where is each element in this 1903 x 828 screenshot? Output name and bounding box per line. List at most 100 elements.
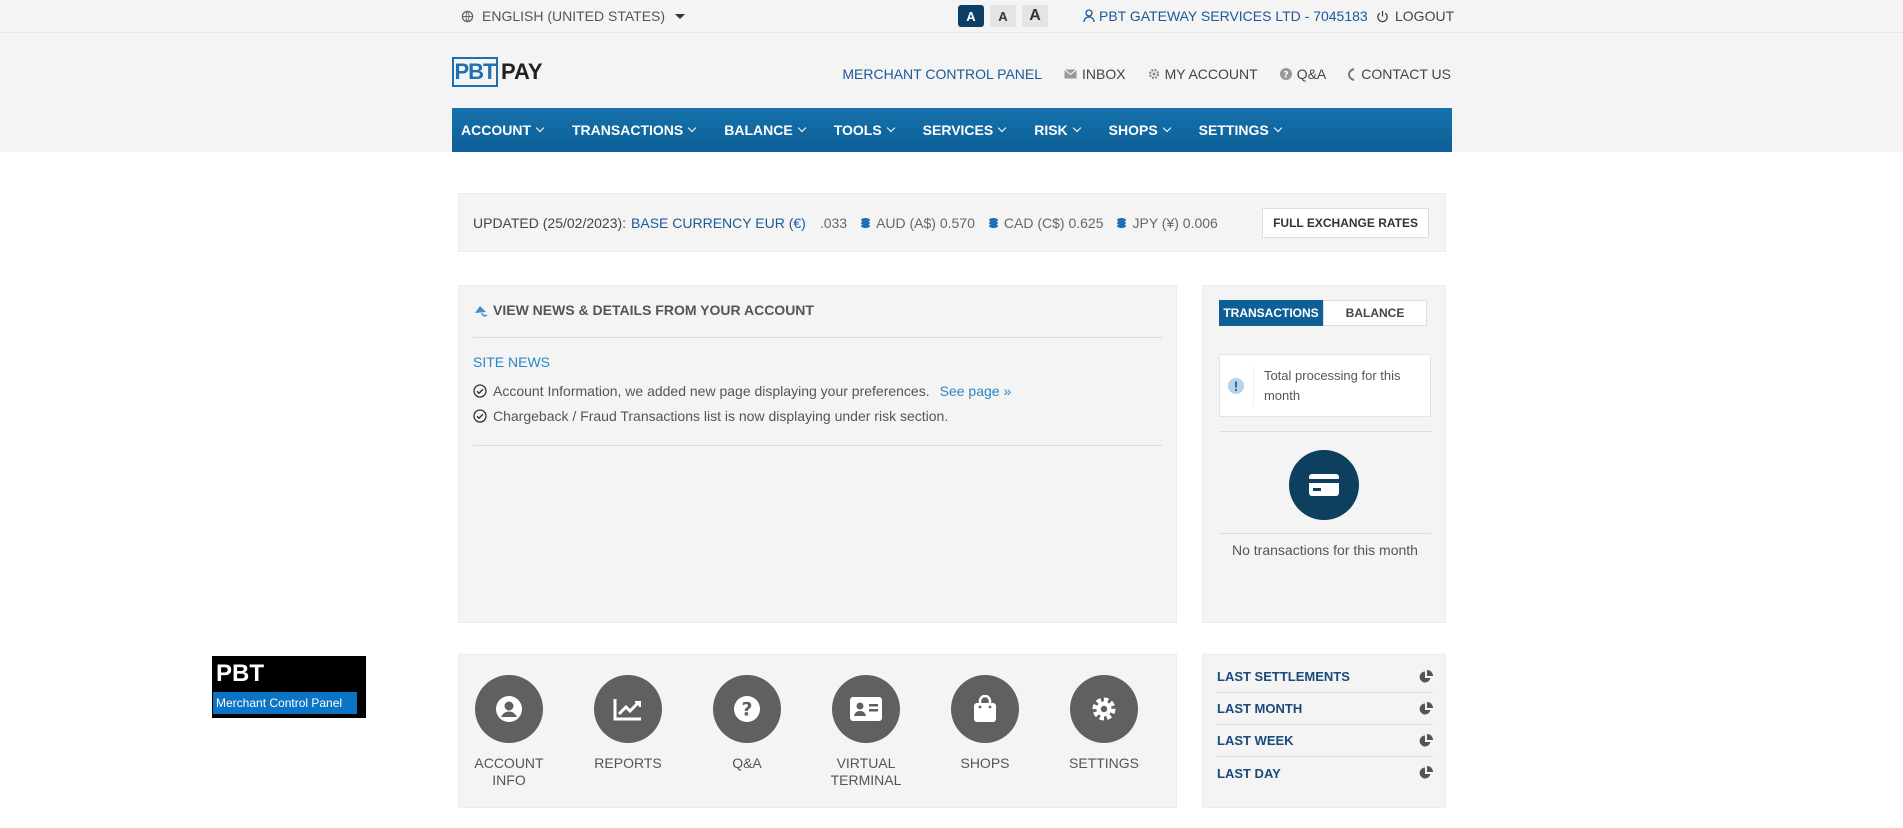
rate-aud: AUD (A$) 0.570 <box>860 215 975 231</box>
last-day-link[interactable]: LAST DAY <box>1217 757 1433 789</box>
my-account-link[interactable]: MY ACCOUNT <box>1148 66 1258 82</box>
quick-link-label: Q&A <box>732 755 762 771</box>
my-account-label: MY ACCOUNT <box>1164 66 1258 82</box>
reports-icon-wrap <box>594 675 662 743</box>
svg-text:?: ? <box>1283 71 1288 81</box>
rate-partial: .033 <box>819 214 848 231</box>
virtual-terminal-icon-wrap <box>832 675 900 743</box>
font-size-small-button[interactable]: A <box>958 5 984 27</box>
news-panel: VIEW NEWS & DETAILS FROM YOUR ACCOUNT SI… <box>458 285 1177 623</box>
top-bar: ENGLISH (UNITED STATES) A A A PBT GATEWA… <box>0 0 1903 33</box>
main-nav: ACCOUNT TRANSACTIONS BALANCE TOOLS SERVI… <box>452 108 1452 152</box>
coins-icon <box>988 217 998 228</box>
chevron-down-icon <box>675 13 686 19</box>
info-icon <box>1228 377 1245 394</box>
font-size-large-button[interactable]: A <box>1022 5 1048 27</box>
logout-button[interactable]: LOGOUT <box>1376 8 1454 24</box>
merchant-control-panel-label: MERCHANT CONTROL PANEL <box>842 66 1043 82</box>
pie-chart-icon <box>1419 733 1433 746</box>
settlement-label: LAST WEEK <box>1217 733 1294 748</box>
last-settlements-link[interactable]: LAST SETTLEMENTS <box>1217 661 1433 693</box>
badge-subtitle: Merchant Control Panel <box>213 692 357 714</box>
question-icon: ? <box>1279 68 1292 81</box>
quick-links-panel: ACCOUNT INFO REPORTS ? Q&A VIRTUAL TERMI… <box>458 654 1177 808</box>
nav-tools[interactable]: TOOLS <box>834 122 894 138</box>
total-processing-box: Total processing for this month <box>1219 354 1431 417</box>
nav-transactions[interactable]: TRANSACTIONS <box>572 122 695 138</box>
nav-settings[interactable]: SETTINGS <box>1199 122 1281 138</box>
quick-link-label: REPORTS <box>594 755 662 771</box>
credit-card-icon-wrap <box>1289 450 1359 520</box>
news-item-text: Account Information, we added new page d… <box>493 383 930 399</box>
pie-chart-icon <box>1419 766 1433 779</box>
qa-link[interactable]: ? Q&A <box>1279 66 1327 82</box>
logout-label: LOGOUT <box>1395 8 1455 24</box>
font-size-medium-button[interactable]: A <box>990 5 1016 27</box>
last-month-link[interactable]: LAST MONTH <box>1217 693 1433 725</box>
header: PBT PAY MERCHANT CONTROL PANEL INBOX MY … <box>0 33 1903 152</box>
quick-link-label: SETTINGS <box>1068 755 1139 771</box>
inbox-label: INBOX <box>1082 66 1126 82</box>
coins-icon <box>1117 217 1127 228</box>
quick-link-label: VIRTUAL TERMINAL <box>830 755 902 788</box>
news-title: VIEW NEWS & DETAILS FROM YOUR ACCOUNT <box>473 302 814 318</box>
logo[interactable]: PBT PAY <box>452 57 543 87</box>
inbox-link[interactable]: INBOX <box>1064 66 1126 82</box>
language-selector[interactable]: ENGLISH (UNITED STATES) <box>461 8 686 24</box>
shopping-bag-icon <box>974 695 996 722</box>
rate-jpy: JPY (¥) 0.006 <box>1116 214 1218 231</box>
rate-cad: CAD (C$) 0.625 <box>988 214 1104 231</box>
pbt-badge[interactable]: PBT Merchant Control Panel <box>212 656 366 718</box>
language-label: ENGLISH (UNITED STATES) <box>482 8 666 24</box>
nav-account[interactable]: ACCOUNT <box>461 122 543 138</box>
rate-jpy-text: JPY (¥) 0.006 <box>1132 214 1218 231</box>
tab-transactions[interactable]: TRANSACTIONS <box>1219 300 1323 326</box>
nav-services[interactable]: SERVICES <box>923 122 1006 138</box>
gear-icon <box>1148 68 1159 80</box>
pie-chart-icon <box>1419 701 1433 714</box>
transactions-panel: TRANSACTIONS BALANCE Total processing fo… <box>1202 285 1446 623</box>
info-icon-wrap <box>1220 365 1254 406</box>
rate-cad-text: CAD (C$) 0.625 <box>1003 214 1104 231</box>
shops-icon-wrap <box>951 675 1019 743</box>
settlement-label: LAST DAY <box>1217 765 1281 781</box>
phone-icon <box>1348 67 1355 81</box>
quick-link-settings[interactable]: SETTINGS <box>1054 675 1154 772</box>
merchant-control-panel-link[interactable]: MERCHANT CONTROL PANEL <box>842 66 1042 82</box>
tab-balance[interactable]: BALANCE <box>1323 300 1427 326</box>
quick-link-virtual-terminal[interactable]: VIRTUAL TERMINAL <box>816 675 916 789</box>
last-week-link[interactable]: LAST WEEK <box>1217 725 1433 757</box>
account-link[interactable]: PBT GATEWAY SERVICES LTD - 7045183 <box>1083 8 1368 24</box>
gear-icon <box>1092 697 1116 721</box>
nav-balance[interactable]: BALANCE <box>724 122 804 138</box>
bell-icon <box>475 305 488 316</box>
quick-link-label: ACCOUNT INFO <box>474 755 544 788</box>
nav-risk[interactable]: RISK <box>1034 122 1079 138</box>
settlements-panel: LAST SETTLEMENTS LAST MONTH LAST WEEK LA… <box>1202 654 1446 808</box>
nav-shops[interactable]: SHOPS <box>1109 122 1170 138</box>
contact-link[interactable]: CONTACT US <box>1348 66 1451 82</box>
quick-link-reports[interactable]: REPORTS <box>578 675 678 772</box>
news-item: Chargeback / Fraud Transactions list is … <box>473 408 948 424</box>
full-exchange-rates-button[interactable]: FULL EXCHANGE RATES <box>1262 208 1429 238</box>
quick-link-label: SHOPS <box>960 755 1010 771</box>
divider <box>1219 533 1431 534</box>
settlement-label: LAST SETTLEMENTS <box>1217 669 1350 684</box>
pie-chart-icon <box>1419 669 1433 682</box>
rate-aud-text: AUD (A$) 0.570 <box>876 214 975 231</box>
credit-card-icon <box>1309 474 1339 496</box>
contact-label: CONTACT US <box>1361 66 1451 82</box>
account-name: PBT GATEWAY SERVICES LTD - 7045183 <box>1099 8 1368 24</box>
qa-label: Q&A <box>1296 66 1327 82</box>
id-card-icon <box>850 697 882 721</box>
quick-link-account-info[interactable]: ACCOUNT INFO <box>459 675 559 789</box>
divider <box>473 337 1162 338</box>
see-page-link[interactable]: See page » <box>940 383 1012 399</box>
rates-updated: UPDATED (25/02/2023): <box>473 214 627 231</box>
quick-link-qa[interactable]: ? Q&A <box>697 675 797 772</box>
news-item: Account Information, we added new page d… <box>473 383 1011 399</box>
globe-icon <box>461 10 474 22</box>
check-circle-icon <box>473 409 487 423</box>
quick-link-shops[interactable]: SHOPS <box>935 675 1035 772</box>
news-item-text: Chargeback / Fraud Transactions list is … <box>493 408 949 424</box>
